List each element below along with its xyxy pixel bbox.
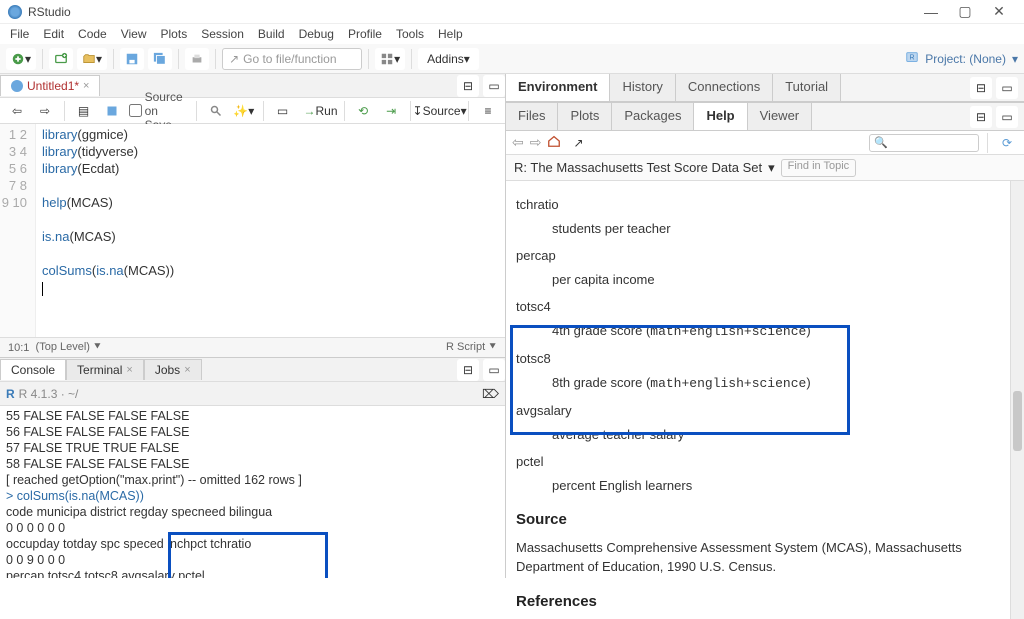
run-button[interactable]: → Run (306, 100, 336, 122)
minimize-button[interactable]: — (914, 4, 948, 20)
help-highlight-box (510, 325, 850, 435)
plots-tab[interactable]: Plots (558, 103, 612, 130)
open-file-button[interactable]: ▾ (77, 48, 107, 70)
console-tab[interactable]: Console (0, 359, 66, 380)
menu-code[interactable]: Code (72, 25, 113, 43)
help-popout-icon[interactable]: ↗ (567, 132, 589, 154)
save-button[interactable] (120, 48, 144, 70)
print-button[interactable] (185, 48, 209, 70)
r-file-icon (11, 80, 23, 92)
forward-icon[interactable]: ⇨ (34, 100, 56, 122)
save-src-icon[interactable] (101, 100, 123, 122)
viewer-tab[interactable]: Viewer (748, 103, 813, 130)
packages-tab[interactable]: Packages (612, 103, 694, 130)
cursor-position: 10:1 (8, 342, 29, 354)
jobs-tab[interactable]: Jobs × (144, 359, 202, 380)
maximize-button[interactable]: ▢ (948, 3, 982, 20)
r-icon: R (6, 387, 15, 401)
help-forward-icon[interactable]: ⇨ (530, 134, 542, 151)
wand-icon[interactable]: ✨▾ (233, 100, 255, 122)
menu-help[interactable]: Help (432, 25, 469, 43)
clear-console-icon[interactable]: ⌦ (482, 387, 499, 401)
compile-report-icon[interactable]: ▭ (272, 100, 294, 122)
close-button[interactable]: ✕ (982, 3, 1016, 20)
help-page-title: R: The Massachusetts Test Score Data Set (514, 160, 762, 175)
go-line-icon[interactable]: ⇥ (380, 100, 402, 122)
find-in-topic-input[interactable]: Find in Topic (781, 159, 857, 177)
menu-file[interactable]: File (4, 25, 35, 43)
menu-profile[interactable]: Profile (342, 25, 388, 43)
help-content[interactable]: tchratiostudents per teacherpercapper ca… (506, 181, 1010, 619)
console-output[interactable]: 55 FALSE FALSE FALSE FALSE 56 FALSE FALS… (0, 406, 505, 578)
menu-view[interactable]: View (115, 25, 153, 43)
help-tab[interactable]: Help (694, 103, 747, 130)
terminal-tab[interactable]: Terminal × (66, 359, 144, 380)
menubar: File Edit Code View Plots Session Build … (0, 24, 1024, 44)
rstudio-logo-icon (8, 5, 22, 19)
help-home-icon[interactable] (547, 134, 561, 151)
goto-icon: ↗ (229, 52, 239, 66)
console-collapse-icon[interactable]: ⊟ (457, 359, 479, 381)
menu-tools[interactable]: Tools (390, 25, 430, 43)
outline-toggle-icon[interactable]: ≡ (477, 100, 499, 122)
help-refresh-icon[interactable]: ⟳ (996, 132, 1018, 154)
save-all-button[interactable] (148, 48, 172, 70)
tutorial-tab[interactable]: Tutorial (773, 74, 841, 101)
console-maximize-icon[interactable]: ▭ (483, 359, 505, 381)
window-title: RStudio (28, 5, 914, 19)
close-tab-icon[interactable]: × (83, 80, 89, 92)
history-tab[interactable]: History (610, 74, 675, 101)
menu-session[interactable]: Session (195, 25, 250, 43)
code-editor[interactable]: 1 2 3 4 5 6 7 8 9 10 library(ggmice) lib… (0, 124, 505, 337)
scope-selector[interactable]: (Top Level) ⯆ (36, 341, 102, 354)
addins-button[interactable]: Addins ▾ (418, 48, 479, 70)
project-icon: R (905, 50, 919, 67)
source-button[interactable]: ↧ Source ▾ (419, 100, 461, 122)
pane-collapse-icon[interactable]: ⊟ (457, 75, 479, 97)
menu-debug[interactable]: Debug (293, 25, 340, 43)
env-maximize-icon[interactable]: ▭ (996, 77, 1018, 99)
connections-tab[interactable]: Connections (676, 74, 773, 101)
environment-tab[interactable]: Environment (506, 74, 610, 101)
rerun-icon[interactable]: ⟲ (352, 100, 374, 122)
console-info: R 4.1.3 · ~/ (19, 387, 79, 401)
source-tab[interactable]: Untitled1* × (0, 75, 100, 96)
help-search-input[interactable] (869, 134, 979, 152)
help-collapse-icon[interactable]: ⊟ (970, 106, 992, 128)
menu-edit[interactable]: Edit (37, 25, 70, 43)
project-menu[interactable]: Project: (None) (925, 52, 1006, 66)
scroll-thumb[interactable] (1013, 391, 1022, 451)
back-icon[interactable]: ⇦ (6, 100, 28, 122)
file-type[interactable]: R Script ⯆ (446, 341, 497, 354)
show-outline-icon[interactable]: ▤ (73, 100, 95, 122)
new-file-button[interactable]: ▾ (6, 48, 36, 70)
find-icon[interactable] (205, 100, 227, 122)
menu-build[interactable]: Build (252, 25, 291, 43)
env-collapse-icon[interactable]: ⊟ (970, 77, 992, 99)
goto-file-input[interactable]: ↗ Go to file/function (222, 48, 362, 70)
help-back-icon[interactable]: ⇦ (512, 134, 524, 151)
files-tab[interactable]: Files (506, 103, 558, 130)
new-project-button[interactable] (49, 48, 73, 70)
pane-maximize-icon[interactable]: ▭ (483, 75, 505, 97)
svg-text:R: R (910, 55, 915, 62)
highlight-box (168, 532, 328, 578)
menu-plots[interactable]: Plots (155, 25, 194, 43)
grid-button[interactable]: ▾ (375, 48, 405, 70)
scrollbar[interactable] (1010, 181, 1024, 619)
help-maximize-icon[interactable]: ▭ (996, 106, 1018, 128)
